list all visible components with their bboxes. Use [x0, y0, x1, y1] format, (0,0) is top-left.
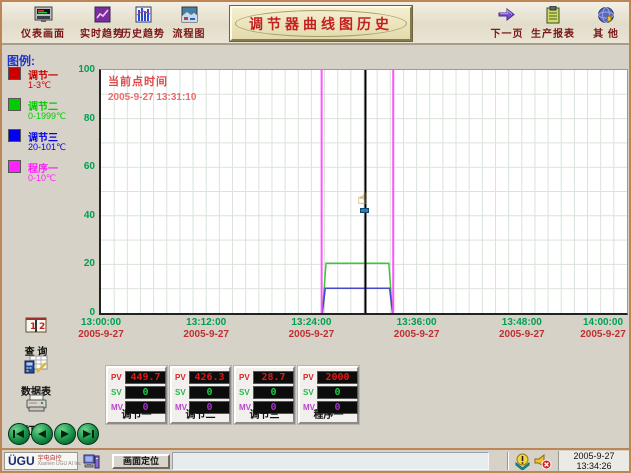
vendor-logo: ÜGU 宇电自控 Xiamen UGU AI Inc [4, 452, 78, 470]
taskbar: ÜGU 宇电自控 Xiamen UGU AI Inc 画面定位 2005-9-2… [2, 448, 629, 471]
screen-title-plaque: 调节器曲线图历史 [230, 6, 412, 41]
data-table-icon [14, 354, 58, 380]
controller-panel: PV449.7 SV0 MV0 调节一 [106, 366, 167, 424]
legend-color-swatch [8, 160, 21, 173]
pv-display: 426.3 [189, 371, 230, 384]
next-icon [59, 428, 71, 440]
sv-label: SV [111, 388, 122, 397]
legend-item-range: 20-101℃ [28, 142, 66, 153]
screen-locate-button[interactable]: 画面定位 [112, 454, 170, 469]
sv-label: SV [303, 388, 314, 397]
nav-next-button[interactable] [54, 423, 76, 445]
controller-panel: PV28.7 SV0 MV0 调节三 [234, 366, 295, 424]
legend-color-swatch [8, 67, 21, 80]
drag-hand-cursor-icon[interactable]: ☝ [357, 192, 367, 208]
logo-line2: Xiamen UGU AI Inc [38, 462, 81, 467]
flowchart-button[interactable]: 流程图 [161, 5, 217, 43]
hand-cursor-cuff[interactable] [360, 208, 369, 213]
pv-display: 2000 [317, 371, 358, 384]
toolbar-button-label: 仪表画面 [15, 25, 71, 40]
computer-icon[interactable] [83, 453, 100, 473]
sv-label: SV [239, 388, 250, 397]
sv-display: 0 [189, 386, 230, 399]
other-button[interactable]: 其 他 [582, 5, 630, 43]
toolbar-button-label: 其 他 [582, 25, 630, 40]
nav-previous-button[interactable] [31, 423, 53, 445]
y-axis-tick: 100 [62, 64, 95, 75]
controller-panel: PV426.3 SV0 MV0 调节二 [170, 366, 231, 424]
sv-display: 0 [253, 386, 294, 399]
svg-text:1: 1 [30, 322, 36, 332]
muted-speaker-icon[interactable] [533, 453, 552, 473]
production-report-icon [525, 6, 581, 25]
pv-display: 449.7 [125, 371, 166, 384]
instrument-screen-button[interactable]: 仪表画面 [15, 5, 71, 43]
top-toolbar: 仪表画面 实时趋势 历史趋势 流程图 调节器曲线图历史 [2, 2, 629, 45]
instrument-screen-icon [15, 6, 71, 25]
taskbar-empty-tray [172, 452, 489, 470]
query-icon: 12 [14, 316, 58, 340]
previous-icon [36, 428, 48, 440]
system-clock: 2005-9-27 13:34:26 [558, 451, 629, 471]
taskbar-separator [507, 452, 509, 470]
page-title: 调节器曲线图历史 [249, 14, 393, 34]
pv-display: 28.7 [253, 371, 294, 384]
panel-title: 程序一 [300, 406, 357, 421]
y-axis-tick: 40 [62, 210, 95, 221]
pv-label: PV [175, 373, 186, 382]
logo-text: ÜGU [8, 454, 35, 468]
legend-color-swatch [8, 129, 21, 142]
x-axis-tick: 13:24:002005-9-27 [283, 317, 339, 340]
toolbar-button-label: 生产报表 [525, 25, 581, 40]
legend-color-swatch [8, 98, 21, 111]
panel-title: 调节二 [172, 406, 229, 421]
legend-item-range: 0-1999℃ [28, 111, 66, 122]
sv-display: 0 [317, 386, 358, 399]
nav-first-button[interactable] [8, 423, 30, 445]
series-调节三 [322, 288, 392, 313]
pv-label: PV [239, 373, 250, 382]
x-axis-tick: 13:12:002005-9-27 [178, 317, 234, 340]
y-axis-tick: 20 [62, 258, 95, 269]
legend-item-range: 0-10℃ [28, 173, 56, 184]
title-oval-border: 调节器曲线图历史 [235, 10, 407, 37]
alarm-status-icon[interactable] [514, 453, 531, 473]
y-axis-tick: 80 [62, 113, 95, 124]
x-axis-tick: 13:00:002005-9-27 [73, 317, 129, 340]
pv-label: PV [111, 373, 122, 382]
y-axis-tick: 60 [62, 161, 95, 172]
panel-title: 调节一 [108, 406, 165, 421]
controller-panel: PV2000 SV0 MV0 程序一 [298, 366, 359, 424]
clock-time: 13:34:26 [559, 461, 629, 471]
nav-last-button[interactable] [77, 423, 99, 445]
pv-label: PV [303, 373, 314, 382]
flowchart-icon [161, 6, 217, 25]
print-icon [14, 394, 58, 419]
sv-display: 0 [125, 386, 166, 399]
skip-to-first-icon [12, 428, 26, 440]
globe-icon [582, 6, 630, 25]
legend-item-range: 1-3℃ [28, 80, 51, 91]
svg-text:2: 2 [39, 322, 45, 332]
production-report-button[interactable]: 生产报表 [525, 5, 581, 43]
hmi-screen: 仪表画面 实时趋势 历史趋势 流程图 调节器曲线图历史 [0, 0, 631, 473]
panel-title: 调节三 [236, 406, 293, 421]
clock-date: 2005-9-27 [559, 451, 629, 461]
toolbar-button-label: 流程图 [161, 25, 217, 40]
x-axis-tick: 13:48:002005-9-27 [494, 317, 550, 340]
skip-to-last-icon [81, 428, 95, 440]
x-axis-tick: 14:00:002005-9-27 [575, 317, 631, 340]
x-axis-tick: 13:36:002005-9-27 [389, 317, 445, 340]
sv-label: SV [175, 388, 186, 397]
